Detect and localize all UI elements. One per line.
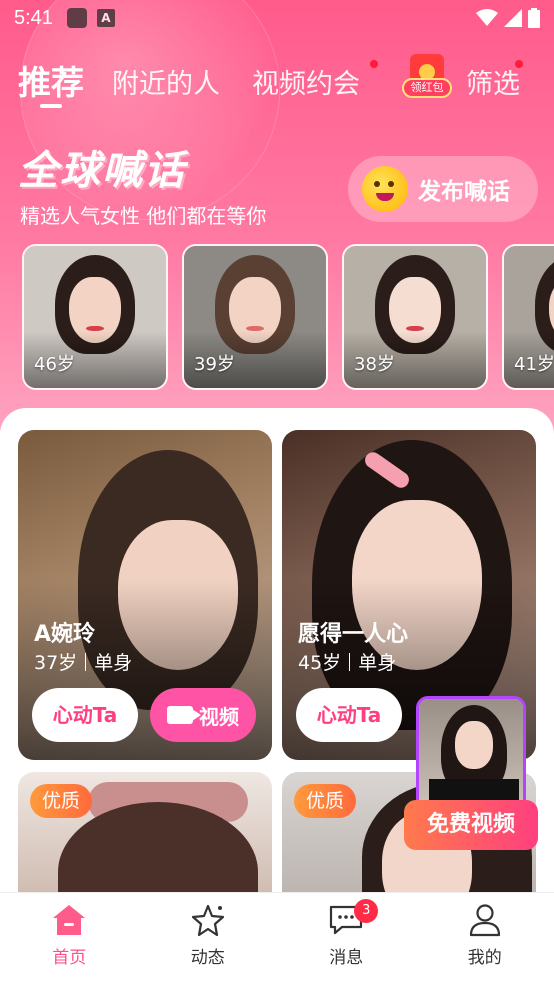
signal-icon [504,9,522,27]
hero-banner: 5:41 A 推荐 附近的人 视频约会 领红包 筛选 全球喊话 精选人气女性 他… [0,0,554,440]
redpacket-label: 领红包 [402,78,452,98]
nav-home-label: 首页 [52,948,87,968]
home-icon [51,903,87,937]
tab-video-date[interactable]: 视频约会 [252,62,360,101]
user-icon [467,903,503,937]
featured-card[interactable]: 38岁 [342,244,488,390]
profile-name: A婉玲 [34,622,96,647]
featured-card[interactable]: 39岁 [182,244,328,390]
featured-card[interactable]: 41岁 [502,244,554,390]
bottom-nav: 首页 动态 3 消息 我的 [0,892,554,984]
nav-moments-label: 动态 [190,948,225,968]
featured-age: 41岁 [514,354,554,375]
profile-status: 单身 [358,652,397,674]
tab-filter-dot [515,60,523,68]
message-count-badge: 3 [354,899,379,923]
nav-messages-label: 消息 [329,948,364,968]
tab-nearby[interactable]: 附近的人 [112,62,220,101]
nav-home[interactable]: 首页 [0,893,139,984]
shout-headline: 全球喊话 [18,148,186,194]
status-icons [476,8,540,28]
video-camera-icon [167,706,201,724]
battery-icon [528,8,540,28]
free-video-label: 免费视频 [404,800,538,850]
app-notification-icon: A [96,9,115,27]
shout-emoji-icon [362,166,408,212]
profile-meta: 37岁 单身 [34,648,132,675]
premium-badge: 优质 [294,784,357,818]
like-button[interactable]: 心动Ta [32,688,138,742]
tab-active-indicator [40,104,62,108]
profile-card[interactable]: 优质 [18,772,272,912]
tab-recommend[interactable]: 推荐 [18,56,84,104]
tab-filter[interactable]: 筛选 [466,62,520,101]
nav-messages[interactable]: 3 消息 [277,893,416,984]
profile-card[interactable]: A婉玲 37岁 单身 心动Ta 视频 [18,430,272,760]
video-call-label: 视频 [199,704,239,729]
profile-status: 单身 [94,652,133,674]
status-time: 5:41 [14,6,53,29]
shout-subline: 精选人气女性 他们都在等你 [20,204,267,228]
featured-age: 38岁 [354,354,395,375]
featured-strip: 46岁 39岁 38岁 41岁 [22,244,554,392]
video-call-button[interactable]: 视频 [150,688,256,742]
profile-age: 37岁 [34,652,78,674]
star-icon [190,903,226,937]
notification-icon [66,8,87,28]
redpacket-button[interactable]: 领红包 [402,54,454,100]
publish-shout-label: 发布喊话 [418,179,510,205]
free-video-float[interactable]: 免费视频 [404,690,554,858]
status-bar: 5:41 A [0,0,554,36]
nav-mine-label: 我的 [467,948,502,968]
publish-shout-button[interactable]: 发布喊话 [348,156,538,222]
like-button[interactable]: 心动Ta [296,688,402,742]
profile-age: 45岁 [298,652,342,674]
top-tabs: 推荐 附近的人 视频约会 领红包 筛选 [18,54,538,112]
nav-mine[interactable]: 我的 [416,893,554,984]
featured-card[interactable]: 46岁 [22,244,168,390]
nav-moments[interactable]: 动态 [139,893,278,984]
wifi-icon [476,9,498,26]
profile-name: 愿得一人心 [298,622,409,647]
featured-age: 46岁 [34,354,75,375]
profile-meta: 45岁 单身 [298,648,396,675]
featured-age: 39岁 [194,354,235,375]
premium-badge: 优质 [30,784,93,818]
tab-video-date-dot [370,60,378,68]
